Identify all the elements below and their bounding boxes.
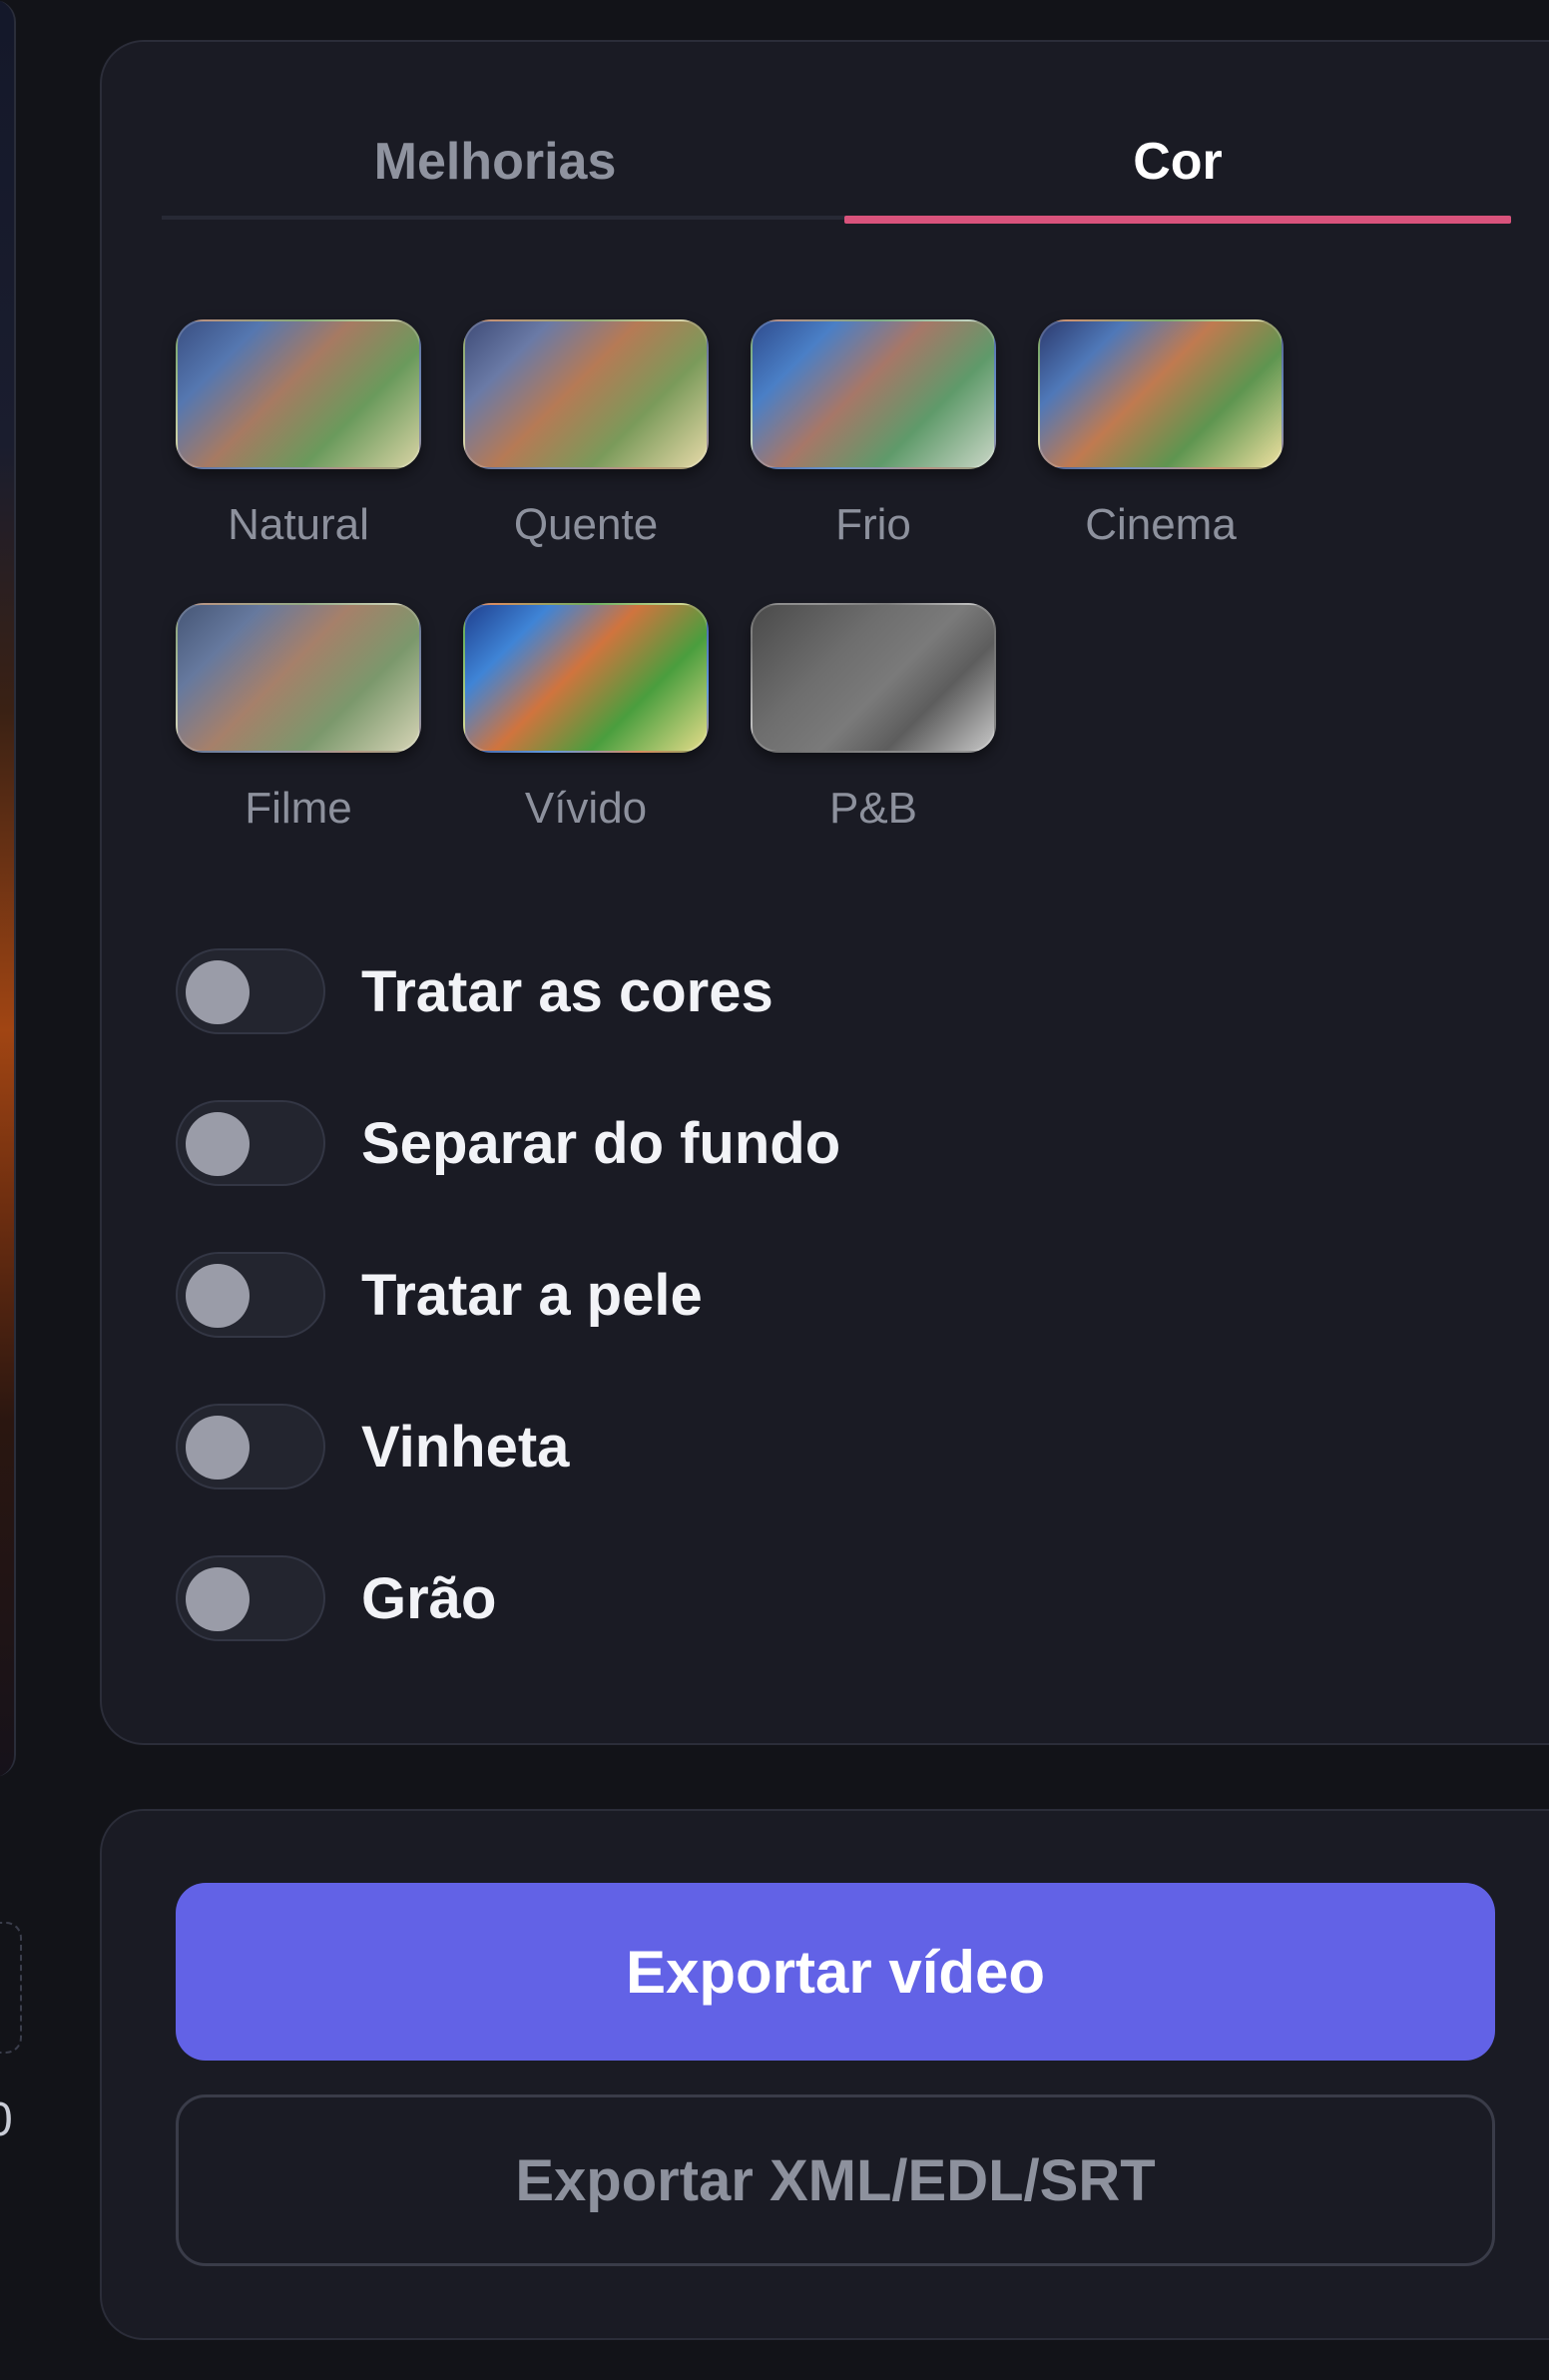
preset-swatch	[1038, 319, 1284, 469]
toggle-separar-fundo[interactable]: Separar do fundo	[176, 1098, 840, 1188]
toggle-label: Separar do fundo	[361, 1110, 841, 1176]
preset-swatch	[463, 603, 709, 753]
toggle-switch[interactable]	[176, 1100, 325, 1186]
preset-quente[interactable]: Quente	[463, 319, 709, 547]
toggle-knob	[186, 1567, 250, 1631]
preset-filme[interactable]: Filme	[176, 603, 421, 831]
preset-swatch	[176, 603, 421, 753]
toggle-knob	[186, 960, 250, 1024]
preset-label: Vívido	[524, 784, 648, 833]
toggle-label: Grão	[361, 1565, 497, 1631]
active-tab-indicator	[844, 216, 1511, 224]
preset-label: Cinema	[1085, 500, 1237, 549]
counter-edge: 0	[0, 2096, 13, 2144]
preset-swatch	[463, 319, 709, 469]
toggle-knob	[186, 1264, 250, 1328]
preset-natural[interactable]: Natural	[176, 319, 421, 547]
preset-vivido[interactable]: Vívido	[463, 603, 709, 831]
preset-label: Quente	[513, 500, 659, 549]
preset-label: Filme	[245, 784, 352, 833]
toggle-tratar-cores[interactable]: Tratar as cores	[176, 946, 774, 1036]
preset-label: Natural	[228, 500, 369, 549]
tab-melhorias[interactable]: Melhorias	[162, 112, 828, 216]
preset-swatch	[176, 319, 421, 469]
color-panel: Melhorias Cor Natural Quente Frio Cinema…	[100, 40, 1549, 1745]
preset-pb[interactable]: P&B	[751, 603, 996, 831]
preset-swatch	[751, 319, 996, 469]
dropzone-edge[interactable]	[0, 1922, 22, 2054]
tab-cor-label: Cor	[1133, 133, 1223, 191]
preset-label: P&B	[828, 784, 918, 833]
toggle-grao[interactable]: Grão	[176, 1553, 496, 1643]
video-preview-edge	[0, 0, 16, 1777]
toggle-knob	[186, 1112, 250, 1176]
toggle-vinheta[interactable]: Vinheta	[176, 1402, 569, 1491]
export-xml-button[interactable]: Exportar XML/EDL/SRT	[176, 2094, 1495, 2266]
preset-label: Frio	[835, 500, 911, 549]
toggle-label: Tratar a pele	[361, 1262, 703, 1328]
toggle-switch[interactable]	[176, 1404, 325, 1489]
export-video-button[interactable]: Exportar vídeo	[176, 1883, 1495, 2061]
toggle-tratar-pele[interactable]: Tratar a pele	[176, 1250, 703, 1340]
toggle-label: Vinheta	[361, 1414, 570, 1480]
tab-cor[interactable]: Cor	[844, 112, 1511, 224]
preset-frio[interactable]: Frio	[751, 319, 996, 547]
toggle-label: Tratar as cores	[361, 958, 774, 1024]
preset-cinema[interactable]: Cinema	[1038, 319, 1284, 547]
toggle-knob	[186, 1416, 250, 1480]
export-panel: Exportar vídeo Exportar XML/EDL/SRT	[100, 1809, 1549, 2340]
tab-bar: Melhorias Cor	[162, 112, 1511, 224]
preset-swatch	[751, 603, 996, 753]
toggle-switch[interactable]	[176, 1555, 325, 1641]
toggle-switch[interactable]	[176, 1252, 325, 1338]
toggle-switch[interactable]	[176, 948, 325, 1034]
